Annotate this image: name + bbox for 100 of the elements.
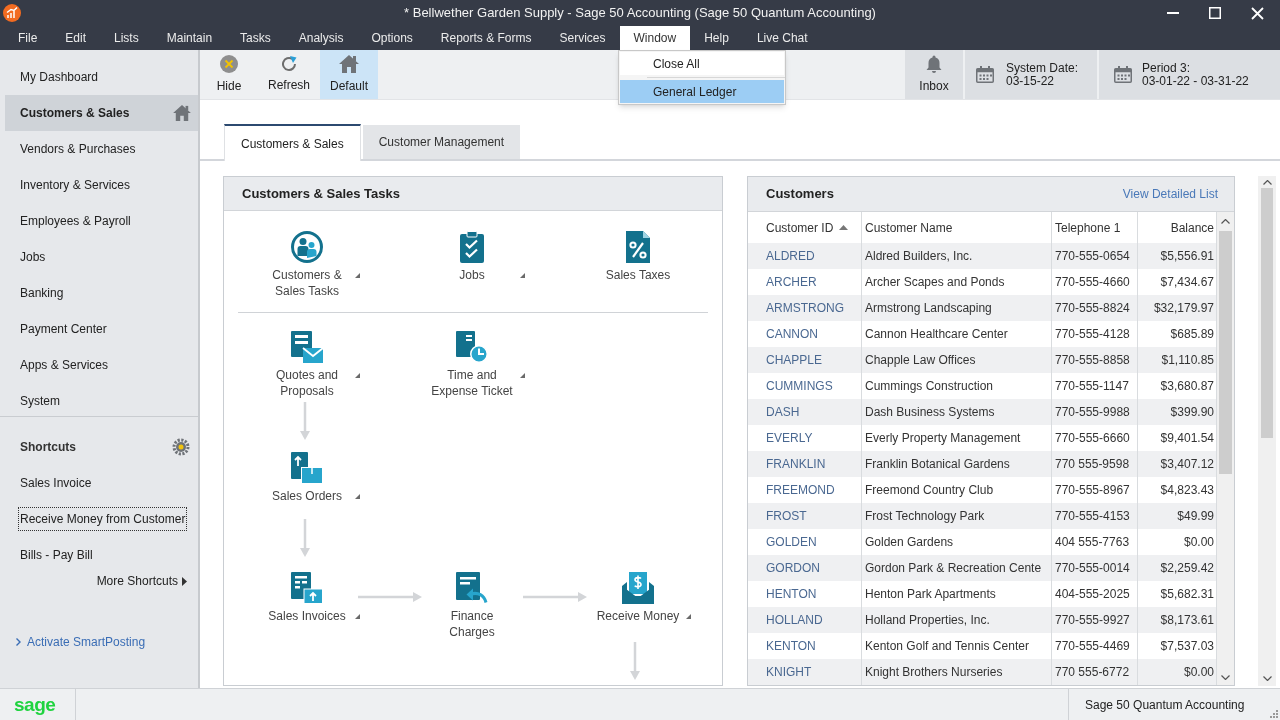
calendar-icon <box>976 66 994 83</box>
more-shortcuts-link[interactable]: More Shortcuts <box>96 572 187 590</box>
table-cell: Knight Brothers Nurseries <box>862 659 1052 685</box>
panel-title: Customers <box>766 185 834 204</box>
sidebar-item[interactable]: Employees & Payroll <box>5 203 198 239</box>
sidebar-item[interactable]: Apps & Services <box>5 347 198 383</box>
toolbar-button[interactable]: Refresh <box>261 50 317 99</box>
minimize-icon <box>1167 12 1179 14</box>
hide-icon <box>220 54 238 73</box>
sort-ascending-icon <box>839 225 849 230</box>
period-value: 03-01-22 - 03-31-22 <box>1142 74 1249 88</box>
menu-item[interactable]: Services <box>545 26 620 50</box>
menu-item[interactable]: General Ledger <box>620 80 784 103</box>
flow-arrow <box>300 519 310 557</box>
calendar-icon <box>1114 66 1132 83</box>
menu-item[interactable]: Reports & Forms <box>426 26 546 50</box>
scrollbar[interactable] <box>1217 212 1234 685</box>
task-button[interactable]: Time and Expense Ticket <box>417 331 527 399</box>
section-title: Shortcuts <box>20 439 76 456</box>
table-row[interactable]: KNIGHT Knight Brothers Nurseries 770 555-6772 $0.00 <box>748 659 1217 685</box>
table-row[interactable]: FRANKLIN Franklin Botanical Gardens 770 555-9598 $3,407.12 <box>748 451 1217 477</box>
task-button[interactable]: Customers & Sales Tasks <box>252 231 362 299</box>
document-return-arrow-icon <box>456 572 488 604</box>
resize-grip-icon <box>1269 709 1278 718</box>
scroll-down-icon <box>1221 674 1230 680</box>
toolbar-button[interactable]: Hide <box>207 50 251 99</box>
percent-document-icon <box>626 231 650 263</box>
sidebar-item[interactable]: Customers & Sales <box>5 95 198 131</box>
settings-icon[interactable] <box>172 438 190 456</box>
table-cell: 770 555-6772 <box>1052 659 1138 685</box>
table-row[interactable]: FROST Frost Technology Park 770-555-4153 $49.99 <box>748 503 1217 529</box>
sage-logo: sage <box>14 694 56 715</box>
panel-title: Customers & Sales Tasks <box>242 184 400 203</box>
sidebar-item[interactable]: Inventory & Services <box>5 167 198 203</box>
menu-item[interactable]: Lists <box>100 26 153 50</box>
menu-item[interactable]: Help <box>690 26 743 50</box>
close-icon <box>1250 6 1264 20</box>
menu-item[interactable]: Maintain <box>152 26 227 50</box>
menu-triangle-icon <box>686 614 691 619</box>
menu-item[interactable]: Analysis <box>284 26 358 50</box>
task-button[interactable]: Finance Charges <box>429 572 515 640</box>
menu-item[interactable]: Live Chat <box>742 26 822 50</box>
system-date-label: System Date: <box>1006 61 1079 75</box>
menu-triangle-icon <box>355 273 360 278</box>
task-button[interactable]: Quotes and Proposals <box>252 331 362 399</box>
scroll-down-icon <box>1262 675 1272 681</box>
scrollbar[interactable] <box>1258 176 1276 686</box>
system-date-value: 03-15-22 <box>1006 74 1056 88</box>
menu-item[interactable]: Window <box>619 26 691 50</box>
bell-icon <box>926 54 942 73</box>
scrollbar-thumb[interactable] <box>1219 231 1232 474</box>
table-row[interactable]: HOLLAND Holland Properties, Inc. 770-555-9927 $8,173.61 <box>748 607 1217 633</box>
sidebar-item[interactable]: Vendors & Purchases <box>5 131 198 167</box>
shortcut-item[interactable]: Receive Money from Customer <box>18 507 188 531</box>
home-icon[interactable] <box>173 105 191 121</box>
toolbar-button[interactable]: Default <box>320 50 378 99</box>
task-button[interactable]: Jobs <box>417 231 527 283</box>
refresh-icon <box>281 55 297 72</box>
task-button[interactable]: Sales Taxes <box>595 231 681 283</box>
shortcut-item[interactable]: Sales Invoice <box>18 471 94 495</box>
table-row[interactable]: CHAPPLE Chapple Law Offices 770-555-8858 $1,110.85 <box>748 347 1217 373</box>
flow-arrow <box>358 592 422 602</box>
menu-item[interactable]: Options <box>357 26 427 50</box>
sidebar-item[interactable]: Payment Center <box>5 311 198 347</box>
menu-item[interactable]: Edit <box>51 26 101 50</box>
sidebar-item[interactable]: Banking <box>5 275 198 311</box>
task-button[interactable]: Sales Orders <box>252 452 362 504</box>
menu-item[interactable]: File <box>4 26 52 50</box>
table-row[interactable]: ARMSTRONG Armstrong Landscaping 770-555-8824 $32,179.97 <box>748 295 1217 321</box>
view-detailed-list-link[interactable]: View Detailed List <box>1122 185 1218 203</box>
scrollbar-thumb[interactable] <box>1261 188 1273 438</box>
scroll-up-icon <box>1262 179 1272 185</box>
table-row[interactable]: DASH Dash Business Systems 770-555-9988 $399.90 <box>748 399 1217 425</box>
menu-triangle-icon <box>355 614 360 619</box>
menu-triangle-icon <box>355 373 360 378</box>
flow-arrow <box>630 642 640 680</box>
menu-item[interactable]: Close All <box>620 52 784 75</box>
sidebar-item[interactable]: System <box>5 383 198 419</box>
task-button[interactable]: Sales Invoices <box>252 572 362 624</box>
app-logo-icon <box>3 4 21 22</box>
clipboard-check-icon <box>460 231 484 263</box>
chevron-right-icon <box>16 638 21 646</box>
sidebar-item[interactable]: My Dashboard <box>5 59 198 95</box>
invoice-document-icon <box>291 572 323 604</box>
period-label: Period 3: <box>1142 61 1192 75</box>
status-text: Sage 50 Quantum Accounting <box>1085 696 1245 714</box>
tab[interactable]: Customer Management <box>362 125 521 159</box>
activate-smartposting-link[interactable]: Activate SmartPosting <box>16 633 146 651</box>
home-icon <box>339 54 359 73</box>
menu-item[interactable]: Tasks <box>226 26 285 50</box>
table-row[interactable]: GORDON Gordon Park & Recreation Cente 770-555-0014 $2,259.42 <box>748 555 1217 581</box>
document-upload-icon <box>291 452 323 484</box>
sidebar-item[interactable]: Jobs <box>5 239 198 275</box>
tab[interactable]: Customers & Sales <box>224 124 361 161</box>
shortcut-item[interactable]: Bills - Pay Bill <box>18 543 95 567</box>
inbox-button[interactable]: Inbox <box>905 50 963 99</box>
triangle-right-icon <box>182 576 187 586</box>
task-button[interactable]: Receive Money <box>583 572 693 624</box>
table-row[interactable]: ALDRED Aldred Builders, Inc. 770-555-0654 $5,556.91 <box>748 243 1217 269</box>
menu-triangle-icon <box>355 494 360 499</box>
